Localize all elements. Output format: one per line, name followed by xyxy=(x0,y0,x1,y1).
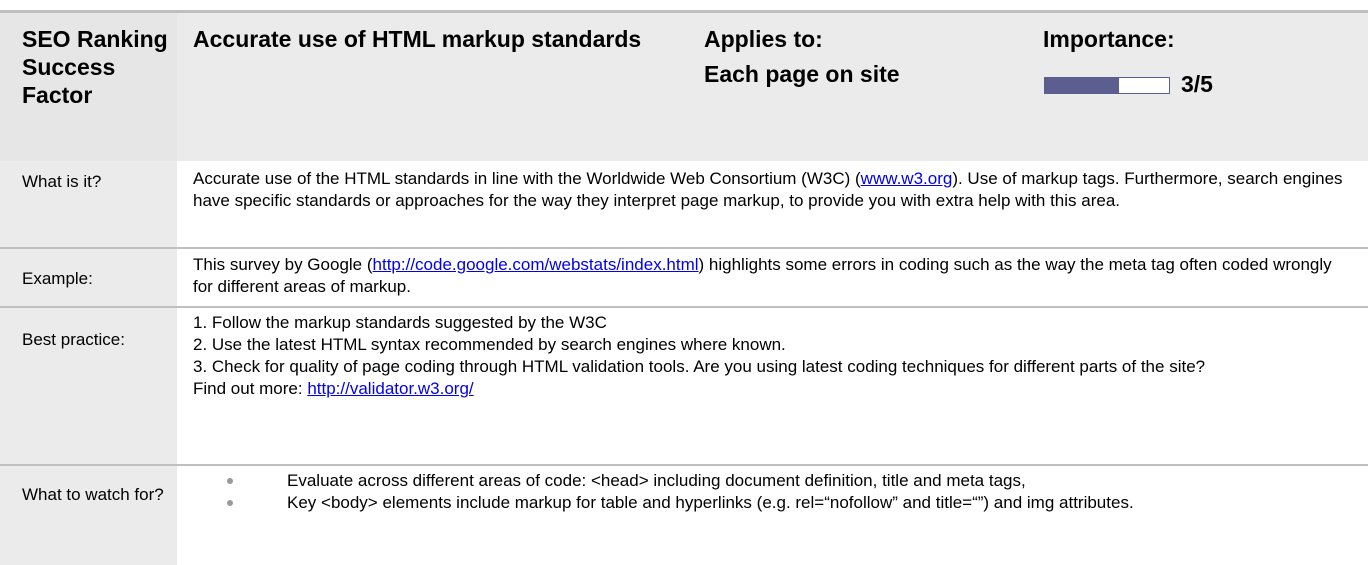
row-text: Accurate use of the HTML standards in li… xyxy=(193,168,1343,212)
list-item: Key <body> elements include markup for t… xyxy=(227,492,1337,514)
row-label-cell: What to watch for? xyxy=(0,466,177,565)
row-label-cell: Best practice: xyxy=(0,308,177,464)
practice-step: 1. Follow the markup standards suggested… xyxy=(193,313,607,332)
factor-title: Accurate use of HTML markup standards xyxy=(193,26,642,52)
row-text: 1. Follow the markup standards suggested… xyxy=(193,312,1343,400)
section-label: SEO Ranking Success Factor xyxy=(22,26,168,108)
applies-heading: Applies to: xyxy=(704,26,823,52)
row-best-practice: Best practice: 1. Follow the markup stan… xyxy=(0,308,1368,464)
find-out-more: Find out more: http://validator.w3.org/ xyxy=(193,378,1343,400)
text-part: This survey by Google ( xyxy=(193,255,373,274)
row-label-cell: Example: xyxy=(0,249,177,306)
bullet-icon xyxy=(227,478,233,484)
row-label: Best practice: xyxy=(22,330,125,349)
bullet-icon xyxy=(227,500,233,506)
row-label-cell: What is it? xyxy=(0,161,177,247)
list-item-text: Key <body> elements include markup for t… xyxy=(287,493,1134,512)
applies-to: Applies to: Each page on site xyxy=(704,25,1024,89)
watch-list: Evaluate across different areas of code:… xyxy=(227,470,1337,514)
validator-link[interactable]: http://validator.w3.org/ xyxy=(307,379,473,398)
importance-score: 3/5 xyxy=(1181,71,1213,97)
row-watch-for: What to watch for? Evaluate across diffe… xyxy=(0,466,1368,565)
row-label: What is it? xyxy=(22,172,102,191)
row-text: This survey by Google (http://code.googl… xyxy=(193,254,1343,298)
factor-header: SEO Ranking Success Factor Accurate use … xyxy=(0,13,1368,161)
importance-heading: Importance: xyxy=(1043,26,1175,52)
webstats-link[interactable]: http://code.google.com/webstats/index.ht… xyxy=(373,255,699,274)
importance-bar xyxy=(1044,77,1170,94)
practice-step: 3. Check for quality of page coding thro… xyxy=(193,357,1206,376)
row-what-is-it: What is it? Accurate use of the HTML sta… xyxy=(0,161,1368,247)
w3-link[interactable]: www.w3.org xyxy=(861,169,953,188)
list-item-text: Evaluate across different areas of code:… xyxy=(287,471,1026,490)
row-label: What to watch for? xyxy=(22,485,164,504)
applies-value: Each page on site xyxy=(704,61,900,87)
find-out-more-label: Find out more: xyxy=(193,379,308,398)
practice-step: 2. Use the latest HTML syntax recommende… xyxy=(193,335,786,354)
list-item: Evaluate across different areas of code:… xyxy=(227,470,1337,492)
importance-bar-fill xyxy=(1045,78,1120,93)
row-example: Example: This survey by Google (http://c… xyxy=(0,249,1368,306)
row-label: Example: xyxy=(22,269,93,288)
text-part: Accurate use of the HTML standards in li… xyxy=(193,169,861,188)
